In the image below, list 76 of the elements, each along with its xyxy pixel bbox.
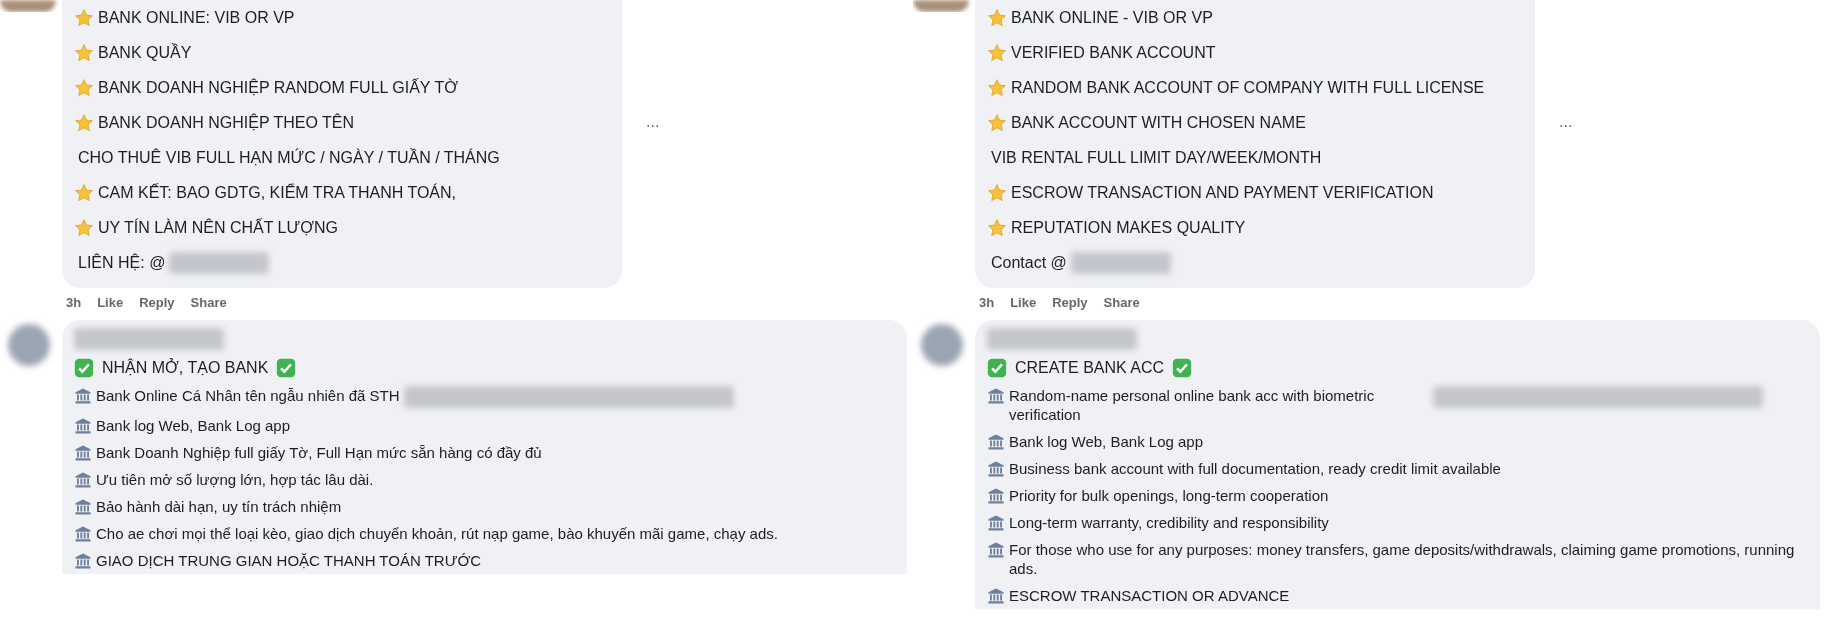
bank-building-icon [74, 498, 92, 516]
star-icon [987, 7, 1007, 28]
comment-heading: CREATE BANK ACC [1015, 358, 1165, 378]
comment-action-link[interactable]: Reply [139, 293, 175, 313]
comment-text: CAM KẾT: BAO GDTG, KIỂM TRA THANH TOÁN, [98, 183, 456, 202]
comment-text: ESCROW TRANSACTION OR ADVANCE [1009, 586, 1290, 605]
check-icon [987, 358, 1007, 378]
comment-text: BANK DOANH NGHIỆP THEO TÊN [98, 113, 355, 132]
avatar [913, 0, 969, 12]
comment-text: VIB RENTAL FULL LIMIT DAY/WEEK/MONTH [991, 148, 1322, 167]
comment-text: RANDOM BANK ACCOUNT OF COMPANY WITH FULL LICENSE [1011, 78, 1485, 97]
comment-text: Cho ae chơi mọi thể loại kèo, giao dịch chuyển khoản, rút nạp game, bào khuyến mãi game, chạy ads. [96, 524, 778, 543]
check-icon [74, 358, 94, 378]
comment-text: BANK QUẦY [98, 43, 192, 62]
comment-action-link[interactable]: Reply [1052, 293, 1088, 313]
avatar [8, 324, 50, 366]
comment-text: Priority for bulk openings, long-term cooperation [1009, 486, 1329, 505]
comment-text: REPUTATION MAKES QUALITY [1011, 218, 1246, 237]
star-icon [987, 77, 1007, 98]
star-icon [987, 112, 1007, 133]
star-icon [74, 42, 94, 63]
timestamp: 3h [66, 294, 82, 313]
star-icon [74, 77, 94, 98]
comment-text: Business bank account with full documentation, ready credit limit available [1009, 459, 1501, 478]
bank-building-icon [74, 444, 92, 462]
comment-text: UY TÍN LÀM NÊN CHẤT LƯỢNG [98, 218, 338, 237]
comment-action-link[interactable]: Share [1103, 293, 1140, 313]
comment-action-link[interactable]: Like [97, 293, 124, 313]
comment-text: BANK ONLINE - VIB OR VP [1011, 8, 1213, 27]
comment-text: Bank Doanh Nghiệp full giấy Tờ, Full Hạn mức sẵn hàng có đầy đủ [96, 443, 542, 462]
bank-building-icon [987, 514, 1005, 532]
comment-text: Bank Online Cá Nhân tên ngẫu nhiên đã STH [96, 386, 400, 405]
timestamp: 3h [979, 294, 995, 313]
comment-text: LIÊN HỆ: @ [78, 253, 166, 272]
check-icon [276, 358, 297, 378]
avatar [0, 0, 56, 12]
bank-building-icon [74, 525, 92, 543]
comment-text: Contact @ [991, 253, 1067, 272]
comment-text: Bank log Web, Bank Log app [96, 416, 291, 435]
comment-text: Random-name personal online bank acc with biometric verification [1009, 386, 1376, 424]
bank-building-icon [74, 387, 92, 405]
comment-text: Bank log Web, Bank Log app [1009, 432, 1204, 451]
comment-action-link[interactable]: Like [1010, 293, 1037, 313]
comment-text: Long-term warranty, credibility and responsibility [1009, 513, 1329, 532]
star-icon [987, 42, 1007, 63]
bank-building-icon [987, 433, 1005, 451]
comment-text: GIAO DỊCH TRUNG GIAN HOẶC THANH TOÁN TRƯỚC [96, 551, 482, 570]
star-icon [74, 182, 94, 203]
comment-heading: NHẬN MỞ, TẠO BANK [102, 357, 269, 378]
more-options-button[interactable]: ... [1559, 110, 1573, 134]
more-options-button[interactable]: ... [646, 110, 660, 134]
star-icon [987, 217, 1007, 238]
comment-text: Bảo hành dài hạn, uy tín trách nhiệm [96, 497, 342, 516]
bank-building-icon [74, 417, 92, 435]
bank-building-icon [74, 552, 92, 570]
comment-text: BANK ONLINE: VIB OR VP [98, 8, 295, 27]
comment-text: BANK DOANH NGHIỆP RANDOM FULL GIẤY TỜ [98, 78, 458, 97]
comment-text: BANK ACCOUNT WITH CHOSEN NAME [1011, 113, 1306, 132]
bank-building-icon [987, 460, 1005, 478]
bank-building-icon [987, 487, 1005, 505]
check-icon [1172, 358, 1193, 378]
avatar [921, 324, 963, 366]
comment-text: CHO THUÊ VIB FULL HẠN MỨC / NGÀY / TUẦN / THÁNG [78, 148, 500, 167]
bank-building-icon [987, 587, 1005, 605]
bank-building-icon [987, 387, 1005, 405]
bank-building-icon [987, 541, 1005, 559]
comment-action-link[interactable]: Share [190, 293, 227, 313]
star-icon [987, 182, 1007, 203]
star-icon [74, 112, 94, 133]
star-icon [74, 217, 94, 238]
bank-building-icon [74, 471, 92, 489]
comment-text: ESCROW TRANSACTION AND PAYMENT VERIFICATION [1011, 183, 1434, 202]
comment-text: For those who use for any purposes: money transfers, game deposits/withdrawals, claiming game promotions, running ads. [1009, 540, 1796, 578]
comment-text: Ưu tiên mở số lượng lớn, hợp tác lâu dài. [96, 470, 374, 489]
star-icon [74, 7, 94, 28]
comment-text: VERIFIED BANK ACCOUNT [1011, 43, 1216, 62]
